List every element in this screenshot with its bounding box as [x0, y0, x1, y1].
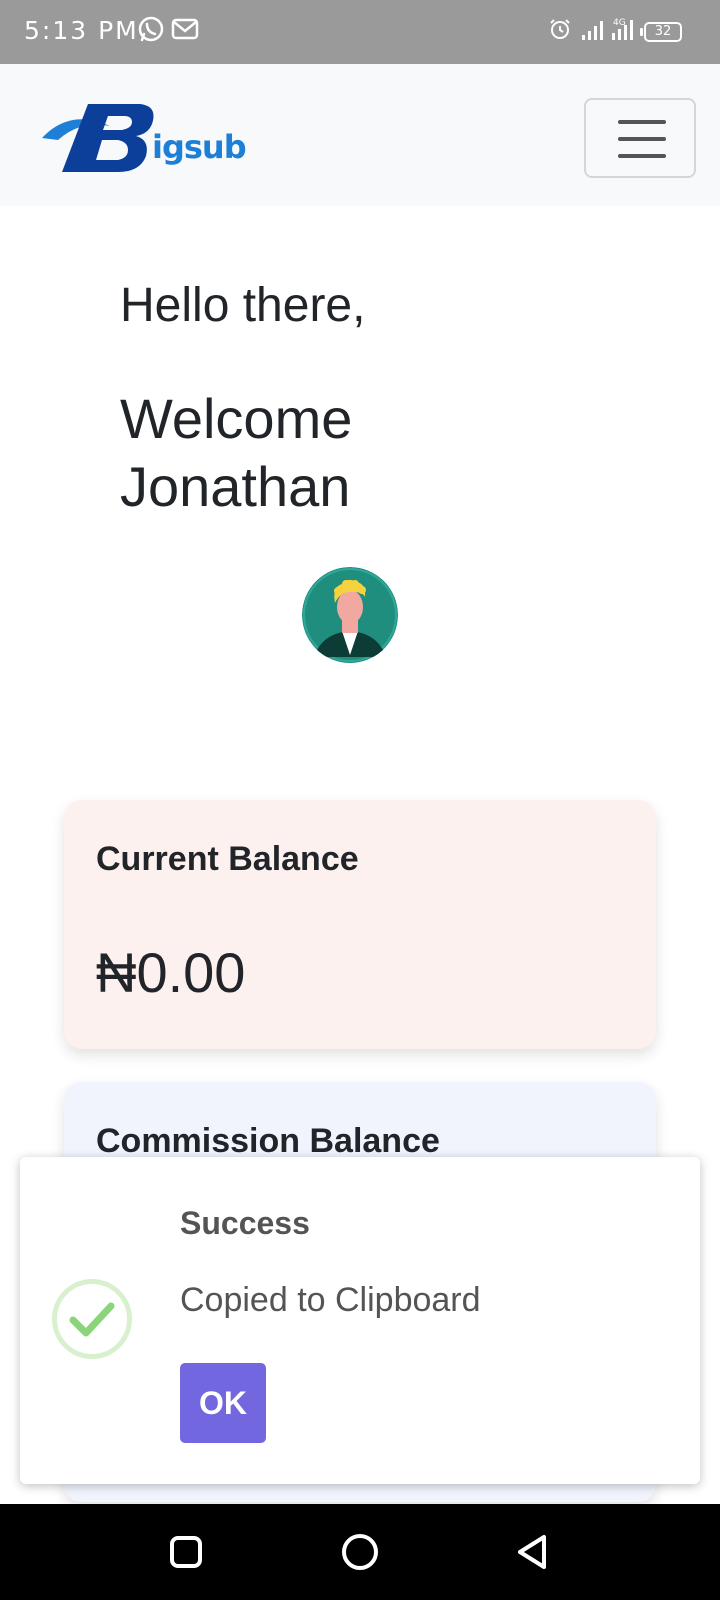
success-icon	[52, 1279, 132, 1359]
user-avatar	[302, 567, 398, 663]
gmail-icon	[170, 14, 200, 49]
current-balance-card: Current Balance ₦0.00	[64, 800, 656, 1049]
user-name: Jonathan	[120, 455, 351, 518]
battery-indicator: 32	[640, 21, 682, 42]
welcome-line: Welcome	[120, 387, 353, 450]
alarm-icon	[548, 17, 572, 46]
brand-logo-link[interactable]: igsub	[40, 98, 247, 180]
status-time: 5:13 PM	[24, 16, 139, 45]
commission-balance-label: Commission Balance	[96, 1122, 440, 1160]
alert-message: Copied to Clipboard	[180, 1281, 481, 1319]
check-icon	[69, 1302, 115, 1337]
back-button[interactable]	[510, 1528, 558, 1576]
status-bar: 5:13 PM 4G 32	[0, 0, 720, 64]
back-icon	[518, 1535, 546, 1569]
home-button[interactable]	[336, 1528, 384, 1576]
whatsapp-icon	[136, 14, 166, 49]
success-alert: Success Copied to Clipboard OK	[20, 1157, 700, 1484]
ok-button[interactable]: OK	[180, 1363, 266, 1443]
home-icon	[342, 1534, 378, 1570]
status-system-icons: 4G 32	[548, 16, 682, 47]
brand-logo	[42, 104, 154, 172]
signal-icon: 4G	[580, 16, 636, 47]
current-balance-label: Current Balance	[96, 840, 359, 878]
recents-button[interactable]	[162, 1528, 210, 1576]
greeting-text: Hello there,	[120, 279, 366, 332]
alert-title: Success	[180, 1205, 310, 1241]
current-balance-value: ₦0.00	[96, 941, 246, 1004]
welcome-heading: Welcome Jonathan	[120, 385, 352, 521]
menu-toggle-button[interactable]	[584, 98, 696, 178]
system-navigation-bar	[0, 1504, 720, 1600]
brand-name: igsub	[152, 128, 247, 166]
status-notification-icons	[136, 14, 200, 49]
recents-icon	[170, 1536, 202, 1568]
network-type: 4G	[613, 18, 626, 28]
